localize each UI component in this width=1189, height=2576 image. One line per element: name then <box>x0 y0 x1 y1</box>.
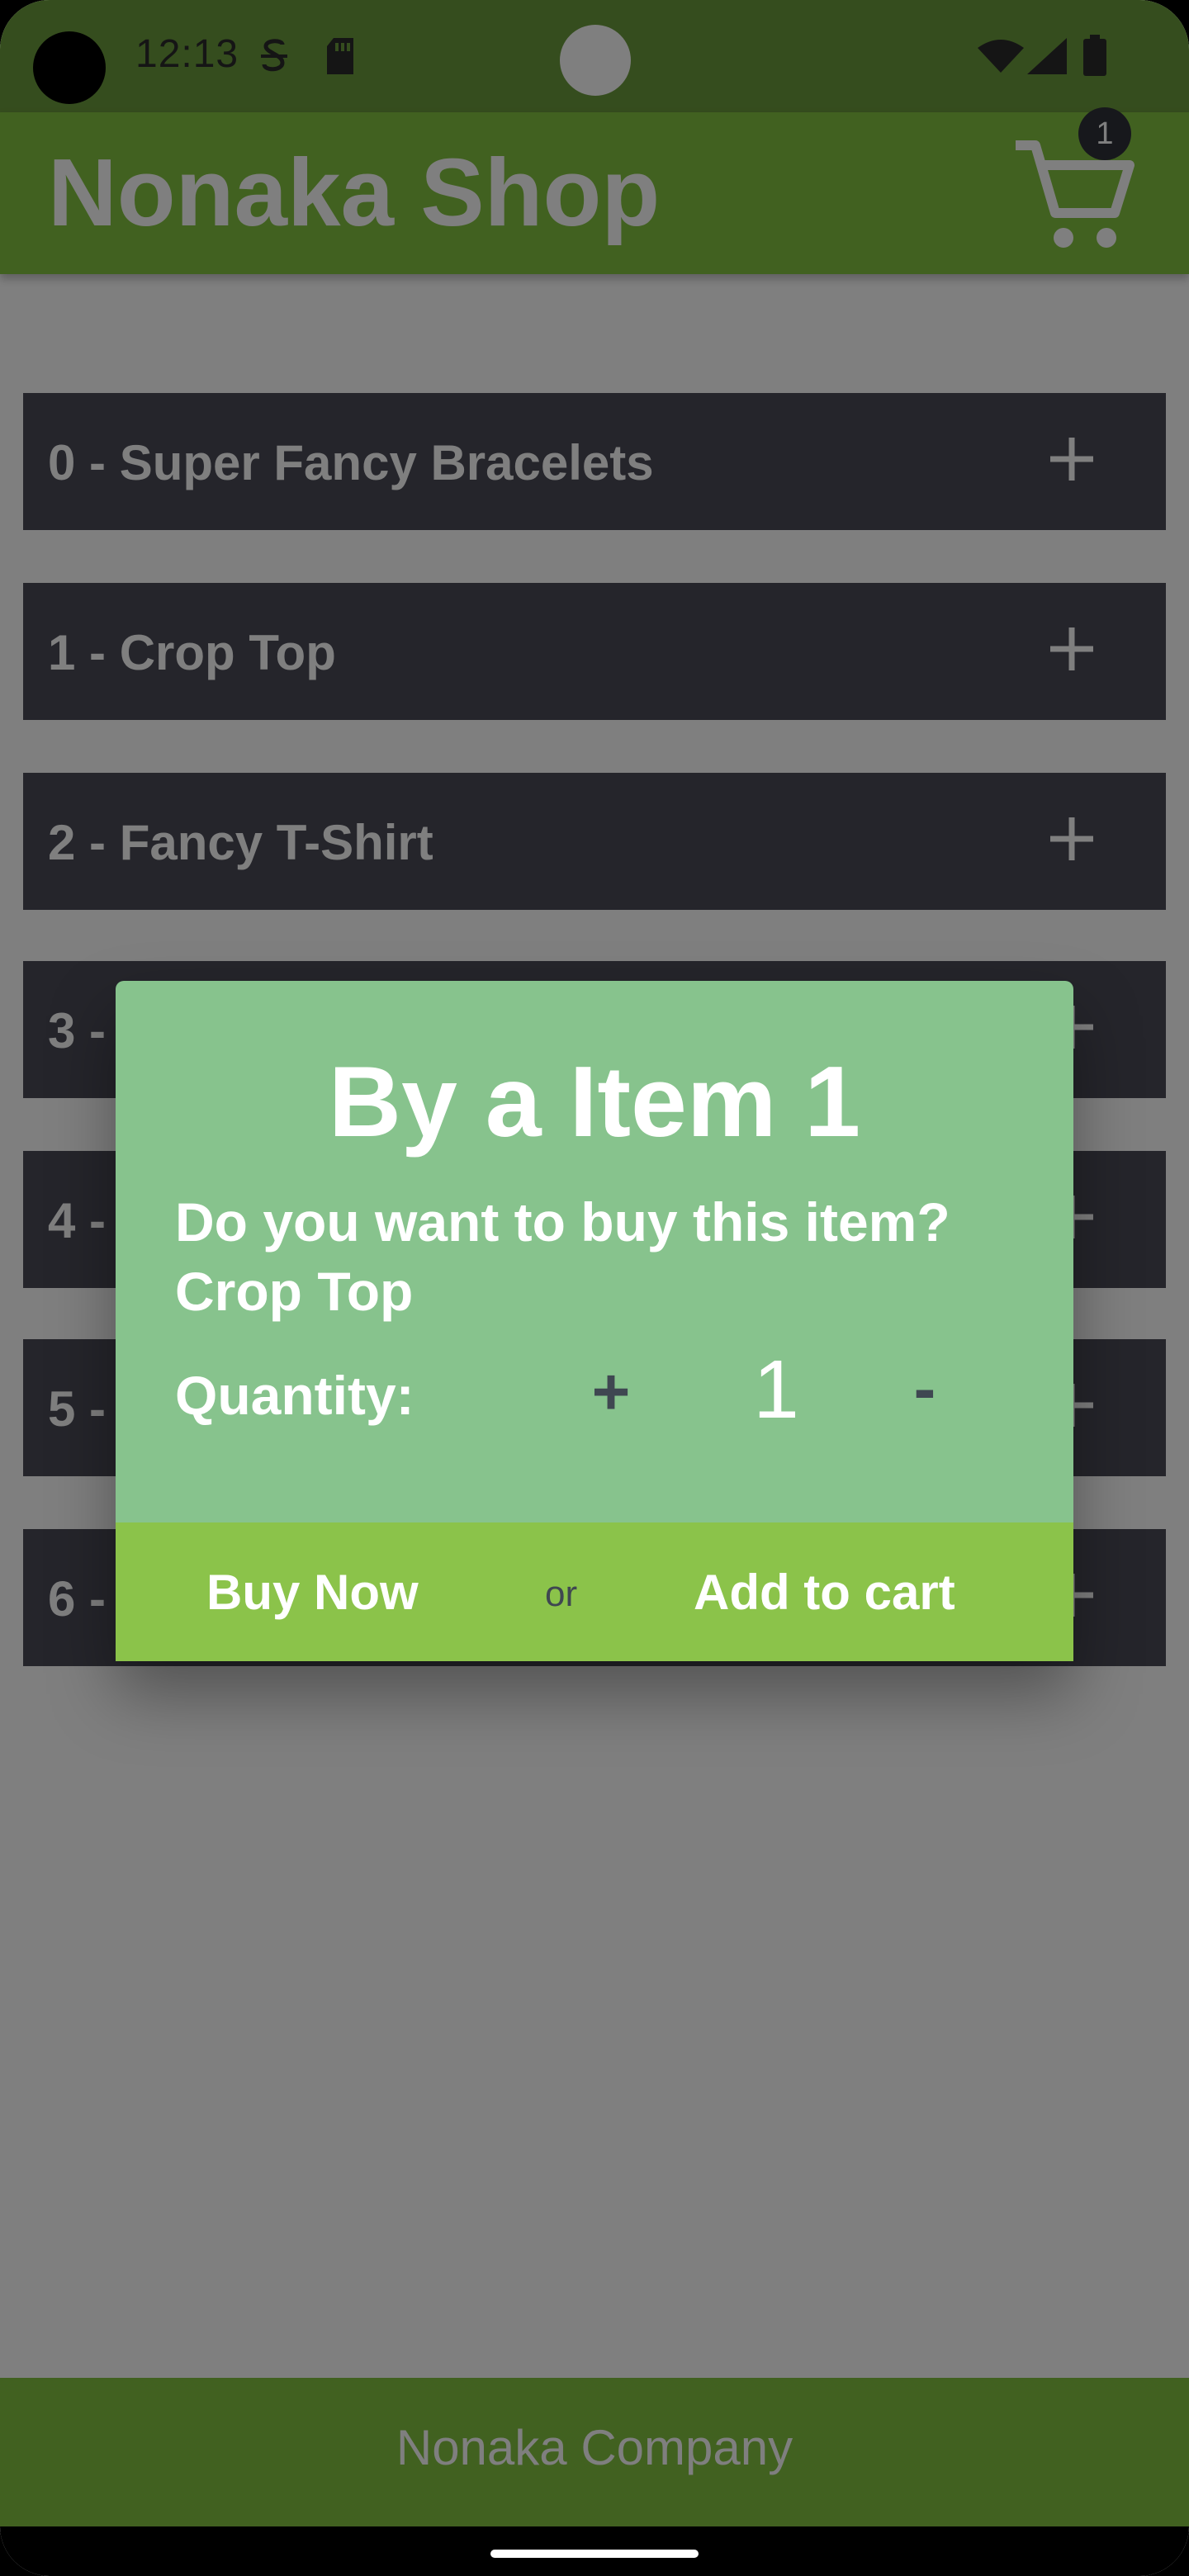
quantity-label: Quantity: <box>175 1365 414 1426</box>
buy-item-dialog: By a Item 1 Do you want to buy this item… <box>116 981 1073 1661</box>
buy-now-button[interactable]: Buy Now <box>206 1564 419 1621</box>
quantity-value: 1 <box>753 1343 799 1436</box>
or-separator: or <box>545 1574 578 1614</box>
quantity-decrement-button[interactable]: - <box>892 1351 958 1427</box>
dialog-item-name: Crop Top <box>175 1261 414 1322</box>
home-indicator[interactable] <box>490 2550 699 2558</box>
dialog-question: Do you want to buy this item? <box>175 1191 950 1252</box>
dialog-actions: Buy Now or Add to cart <box>116 1522 1073 1661</box>
add-to-cart-button[interactable]: Add to cart <box>694 1564 955 1621</box>
app-screen: 12:13 Nonaka Shop 1 <box>0 0 1189 2576</box>
dialog-title: By a Item 1 <box>328 1045 861 1158</box>
quantity-increment-button[interactable]: + <box>578 1354 644 1430</box>
